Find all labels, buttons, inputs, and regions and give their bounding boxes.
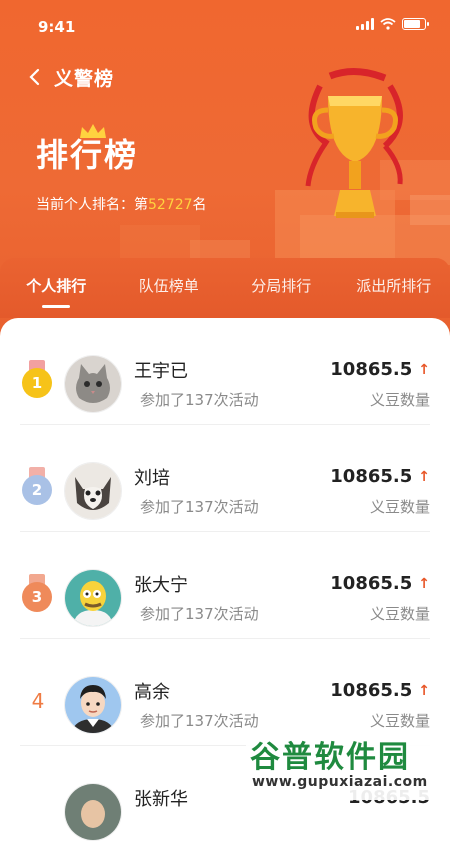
user-name: 张新华 bbox=[134, 785, 188, 811]
score-value: 10865.5 bbox=[330, 466, 412, 487]
avatar[interactable] bbox=[64, 783, 122, 841]
rank-suffix: 名 bbox=[193, 197, 207, 213]
activity-count: 参加了137次活动 bbox=[140, 710, 259, 731]
watermark-title: 谷普软件园 bbox=[250, 732, 410, 776]
gold-medal-icon: 1 bbox=[22, 360, 52, 400]
status-bar: 9:41 bbox=[0, 0, 450, 52]
avatar[interactable] bbox=[64, 676, 122, 734]
ranking-title: 排行榜 bbox=[36, 130, 138, 176]
list-item[interactable]: 2 刘培 参加了137次活动 10865.5 ↑ 义豆数量 bbox=[20, 425, 430, 532]
cartoon-avatar-icon bbox=[65, 570, 121, 626]
tab-team[interactable]: 队伍榜单 bbox=[113, 258, 226, 318]
trophy-icon bbox=[290, 66, 420, 226]
silver-medal-icon: 2 bbox=[22, 467, 52, 507]
avatar[interactable] bbox=[64, 462, 122, 520]
nav-title: 义警榜 bbox=[54, 64, 114, 91]
score: 10865.5 ↑ bbox=[330, 466, 430, 487]
rank-badge: 3 bbox=[22, 582, 52, 612]
score-value: 10865.5 bbox=[330, 359, 412, 380]
activity-count: 参加了137次活动 bbox=[140, 389, 259, 410]
rank-badge: 1 bbox=[22, 368, 52, 398]
activity-count: 参加了137次活动 bbox=[140, 603, 259, 624]
bronze-medal-icon: 3 bbox=[22, 574, 52, 614]
back-button[interactable] bbox=[22, 65, 46, 89]
arrow-up-icon: ↑ bbox=[418, 362, 430, 378]
partial-avatar-icon bbox=[65, 784, 121, 840]
rank-prefix: 当前个人排名：第 bbox=[36, 197, 148, 213]
header-banner: 9:41 义警榜 排行榜 当前个人排名：第52727名 bbox=[0, 0, 450, 340]
watermark-url: www.gupuxiazai.com bbox=[252, 774, 428, 790]
cat-avatar-icon bbox=[65, 356, 121, 412]
tab-personal[interactable]: 个人排行 bbox=[0, 258, 113, 318]
dog-avatar-icon bbox=[65, 463, 121, 519]
list-item[interactable]: 1 王宇已 参加了137次活动 10865.5 ↑ 义豆数量 bbox=[20, 318, 430, 425]
rank-number: 52727 bbox=[148, 197, 193, 213]
score: 10865.5 ↑ bbox=[330, 680, 430, 701]
signal-icon bbox=[356, 18, 374, 30]
score-value: 10865.5 bbox=[330, 573, 412, 594]
rank-number: 4 bbox=[26, 689, 50, 713]
arrow-up-icon: ↑ bbox=[418, 469, 430, 485]
current-rank: 当前个人排名：第52727名 bbox=[36, 194, 207, 214]
activity-count: 参加了137次活动 bbox=[140, 496, 259, 517]
avatar[interactable] bbox=[64, 569, 122, 627]
rank-badge: 2 bbox=[22, 475, 52, 505]
user-name: 刘培 bbox=[134, 464, 170, 490]
watermark: 谷普软件园 www.gupuxiazai.com bbox=[246, 728, 450, 800]
tab-branch[interactable]: 分局排行 bbox=[225, 258, 338, 318]
arrow-up-icon: ↑ bbox=[418, 683, 430, 699]
score-value: 10865.5 bbox=[330, 680, 412, 701]
arrow-up-icon: ↑ bbox=[418, 576, 430, 592]
nav-bar: 义警榜 bbox=[22, 62, 114, 92]
score: 10865.5 ↑ bbox=[330, 573, 430, 594]
user-name: 高余 bbox=[134, 678, 170, 704]
user-name: 王宇已 bbox=[134, 357, 188, 383]
score: 10865.5 ↑ bbox=[330, 359, 430, 380]
man-avatar-icon bbox=[65, 677, 121, 733]
wifi-icon bbox=[380, 18, 396, 30]
score-unit: 义豆数量 bbox=[370, 389, 430, 410]
score-unit: 义豆数量 bbox=[370, 496, 430, 517]
tab-station[interactable]: 派出所排行 bbox=[338, 258, 450, 318]
status-icons bbox=[356, 18, 426, 30]
chevron-left-icon bbox=[27, 68, 41, 86]
status-time: 9:41 bbox=[38, 18, 75, 36]
list-item[interactable]: 3 张大宁 参加了137次活动 10865.5 ↑ 义豆数量 bbox=[20, 532, 430, 639]
score-unit: 义豆数量 bbox=[370, 603, 430, 624]
user-name: 张大宁 bbox=[134, 571, 188, 597]
battery-icon bbox=[402, 18, 426, 30]
avatar[interactable] bbox=[64, 355, 122, 413]
ranking-tabs: 个人排行 队伍榜单 分局排行 派出所排行 bbox=[0, 258, 450, 318]
